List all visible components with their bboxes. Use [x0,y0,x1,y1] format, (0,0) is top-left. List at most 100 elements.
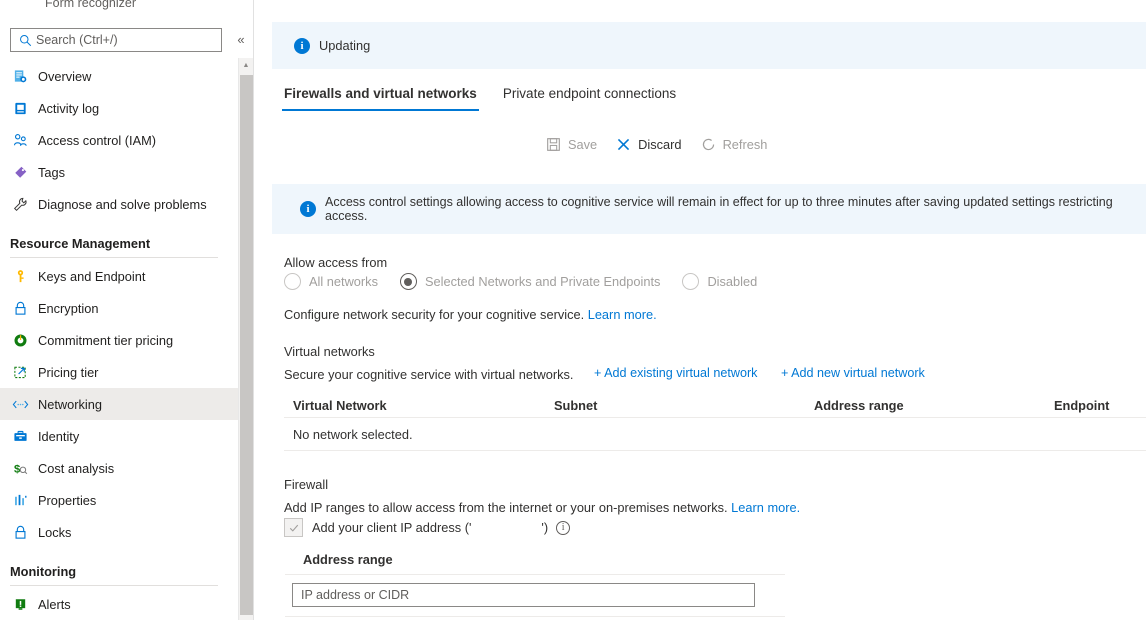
sidebar-item-label: Pricing tier [38,365,98,380]
collapse-sidebar-icon[interactable]: « [232,30,250,48]
resource-sidebar: Form recognizer « [0,0,254,620]
radio-circle-icon [400,273,417,290]
refresh-icon [700,136,717,153]
notice-text: Access control settings allowing access … [325,195,1146,223]
sidebar-search[interactable] [10,28,222,52]
address-range-label: Address range [303,552,393,567]
sidebar-item-label: Diagnose and solve problems [38,197,207,212]
sidebar-item-cost-analysis[interactable]: $ Cost analysis [0,452,238,484]
client-ip-label-suffix: ') [541,520,548,535]
sidebar-item-label: Locks [38,525,71,540]
radio-all-networks[interactable]: All networks [284,273,378,290]
activity-log-icon [10,99,30,117]
search-icon [16,34,34,47]
sidebar-scrollbar[interactable]: ▲ [238,58,253,620]
resource-title: Form recognizer [45,0,136,10]
sidebar-item-label: Tags [38,165,65,180]
search-input[interactable] [36,33,216,47]
column-header-subnet[interactable]: Subnet [554,398,814,413]
virtual-network-actions: + Add existing virtual network + Add new… [594,366,925,380]
key-icon [10,267,30,285]
wrench-icon [10,195,30,213]
access-control-icon [10,131,30,149]
scrollbar-thumb[interactable] [240,75,253,615]
allow-access-radio-group: All networks Selected Networks and Priva… [284,273,779,290]
sidebar-item-overview[interactable]: Overview [0,60,238,92]
discard-icon [615,136,632,153]
checkbox-checked-icon[interactable] [284,518,303,537]
sidebar-item-access-control[interactable]: Access control (IAM) [0,124,238,156]
scroll-up-icon[interactable]: ▲ [239,58,253,72]
properties-icon [10,491,30,509]
sidebar-item-pricing-tier[interactable]: Pricing tier [0,356,238,388]
sidebar-item-diagnose[interactable]: Diagnose and solve problems [0,188,238,220]
sidebar-item-activity-log[interactable]: Activity log [0,92,238,124]
sidebar-group-title: Monitoring [10,564,238,579]
divider [10,257,218,258]
tag-icon [10,163,30,181]
tab-bar: Firewalls and virtual networks Private e… [282,86,678,111]
identity-icon [10,427,30,445]
sidebar-item-networking[interactable]: Networking [0,388,238,420]
radio-selected-networks-and-private-endpoints[interactable]: Selected Networks and Private Endpoints [400,273,660,290]
column-header-address-range[interactable]: Address range [814,398,1054,413]
sidebar-item-locks[interactable]: Locks [0,516,238,548]
learn-more-link-firewall[interactable]: Learn more. [731,500,800,515]
notice-banner: i Access control settings allowing acces… [272,184,1146,234]
save-icon [545,136,562,153]
virtual-networks-heading: Virtual networks [284,344,375,359]
virtual-networks-description: Secure your cognitive service with virtu… [284,367,573,382]
discard-button[interactable]: Discard [615,136,681,153]
info-tooltip-icon[interactable]: i [556,521,570,535]
save-label: Save [568,137,597,152]
add-existing-virtual-network-link[interactable]: + Add existing virtual network [594,366,757,380]
sidebar-item-tags[interactable]: Tags [0,156,238,188]
azure-portal-networking-page: Form recognizer « [0,0,1146,620]
table-header-row: Virtual Network Subnet Address range End… [284,394,1146,418]
sidebar-item-identity[interactable]: Identity [0,420,238,452]
sidebar-item-alerts[interactable]: Alerts [0,588,238,620]
overview-icon [10,67,30,85]
allow-access-from-label: Allow access from [284,255,387,270]
network-security-description: Configure network security for your cogn… [284,307,657,322]
sidebar-item-label: Identity [38,429,79,444]
sidebar-item-label: Overview [38,69,91,84]
lock-icon [10,523,30,541]
client-ip-checkbox-row[interactable]: Add your client IP address ('') i [284,518,570,537]
virtual-networks-table: Virtual Network Subnet Address range End… [284,394,1146,451]
client-ip-checkbox-label: Add your client IP address ('') [312,520,548,535]
column-header-endpoint[interactable]: Endpoint [1054,398,1146,413]
refresh-button[interactable]: Refresh [700,136,768,153]
discard-label: Discard [638,137,681,152]
sidebar-item-encryption[interactable]: Encryption [0,292,238,324]
sidebar-group-resource-management: Resource Management [0,220,238,260]
sidebar-item-label: Access control (IAM) [38,133,156,148]
sidebar-item-label: Commitment tier pricing [38,333,173,348]
add-new-virtual-network-link[interactable]: + Add new virtual network [781,366,925,380]
radio-label: All networks [309,274,378,289]
divider [285,574,785,575]
sidebar-item-label: Alerts [38,597,71,612]
refresh-label: Refresh [723,137,768,152]
sidebar-item-commitment-tier-pricing[interactable]: Commitment tier pricing [0,324,238,356]
sidebar-nav-list: Overview Activity log [0,60,238,620]
radio-label: Selected Networks and Private Endpoints [425,274,660,289]
learn-more-link-network[interactable]: Learn more. [588,307,657,322]
radio-circle-icon [284,273,301,290]
network-security-text: Configure network security for your cogn… [284,307,584,322]
radio-circle-icon [682,273,699,290]
table-row: No network selected. [284,418,1146,451]
column-header-virtual-network[interactable]: Virtual Network [284,398,554,413]
command-toolbar: Save Discard Refresh [545,136,785,153]
sidebar-item-properties[interactable]: Properties [0,484,238,516]
cost-analysis-icon: $ [10,459,30,477]
address-range-input[interactable] [292,583,755,607]
radio-disabled[interactable]: Disabled [682,273,757,290]
status-text: Updating [319,38,370,53]
tab-firewalls-and-virtual-networks[interactable]: Firewalls and virtual networks [282,86,479,111]
save-button[interactable]: Save [545,136,597,153]
sidebar-item-keys-and-endpoint[interactable]: Keys and Endpoint [0,260,238,292]
empty-state-message: No network selected. [284,427,413,442]
sidebar-item-label: Keys and Endpoint [38,269,145,284]
tab-private-endpoint-connections[interactable]: Private endpoint connections [501,86,678,109]
